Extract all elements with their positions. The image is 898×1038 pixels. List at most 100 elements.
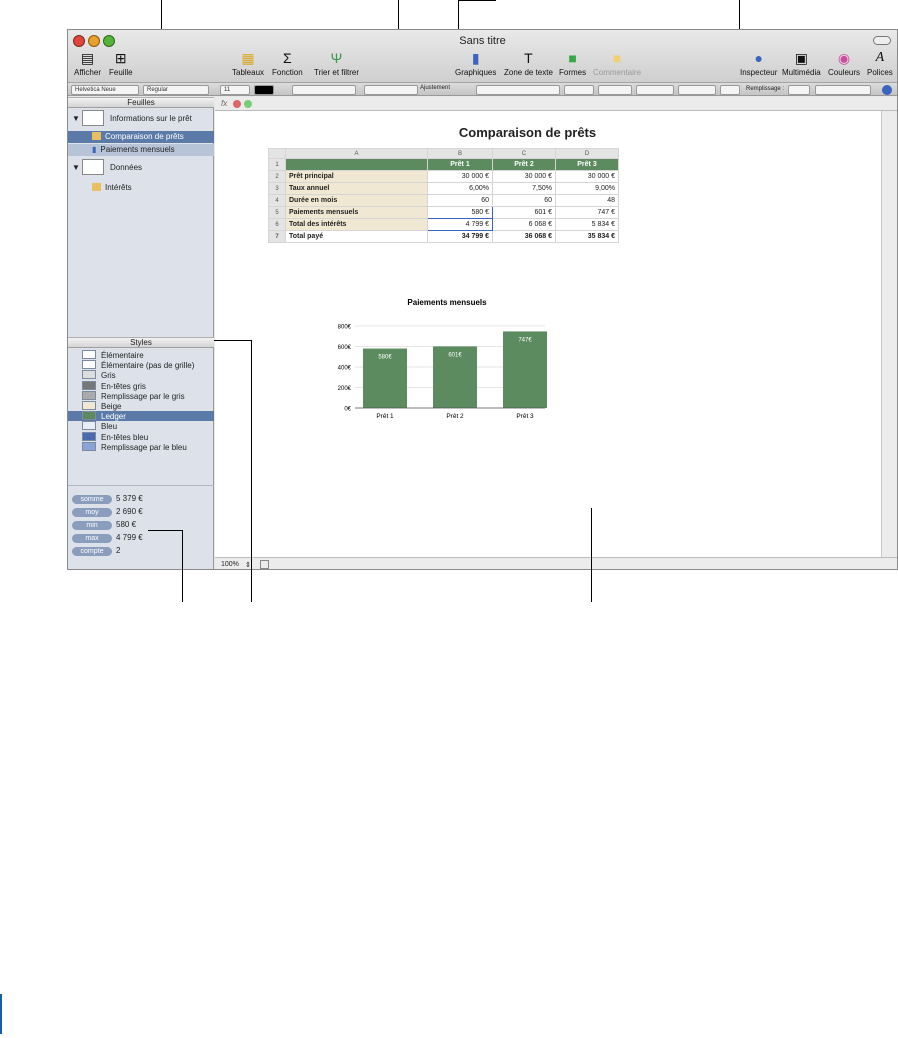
afficher-button[interactable]: ▤ Afficher bbox=[74, 50, 101, 77]
table-cell[interactable]: Total des intérêts bbox=[285, 218, 428, 231]
cancel-formula-icon[interactable] bbox=[233, 100, 241, 108]
loan-table[interactable]: A B C D 1 Prêt 1 Prêt 2 Prêt 3 2 Prêt principal 30… bbox=[268, 148, 619, 243]
row-header[interactable]: 7 bbox=[268, 230, 286, 243]
commentaire-button[interactable]: ■ Commentaire bbox=[593, 50, 641, 77]
tableaux-button[interactable]: ▦ Tableaux bbox=[232, 50, 264, 77]
header-cell[interactable]: Prêt 1 bbox=[427, 158, 493, 171]
sheet-item-comparaison[interactable]: Comparaison de prêts bbox=[68, 131, 214, 143]
table-cell[interactable]: Taux annuel bbox=[285, 182, 428, 195]
style-item[interactable]: Bleu bbox=[68, 421, 214, 431]
table-cell[interactable]: Prêt principal bbox=[285, 170, 428, 183]
style-item[interactable]: Beige bbox=[68, 401, 214, 411]
table-cell[interactable]: 60 bbox=[427, 194, 493, 207]
table-cell[interactable]: 30 000 € bbox=[492, 170, 556, 183]
inspecteur-button[interactable]: ● Inspecteur bbox=[740, 50, 777, 77]
border-color-well[interactable] bbox=[720, 85, 740, 95]
feuille-button[interactable]: ⊞ Feuille bbox=[109, 50, 133, 77]
zoom-stepper-icon[interactable]: ⇕ bbox=[245, 561, 251, 569]
table-cell[interactable]: 9,00% bbox=[555, 182, 619, 195]
style-item[interactable]: Élémentaire (pas de grille) bbox=[68, 360, 214, 370]
row-header[interactable]: 5 bbox=[268, 206, 286, 219]
style-item[interactable]: Ledger bbox=[68, 411, 214, 422]
header-cell[interactable]: Prêt 2 bbox=[492, 158, 556, 171]
stat-key-badge[interactable]: min bbox=[72, 521, 112, 530]
table-cell[interactable]: 747 € bbox=[555, 206, 619, 219]
format-info-icon[interactable] bbox=[882, 85, 892, 95]
header-cell[interactable] bbox=[285, 158, 428, 171]
text-color-well[interactable] bbox=[254, 85, 274, 95]
style-item[interactable]: En-têtes bleu bbox=[68, 431, 214, 442]
polices-button[interactable]: A Polices bbox=[867, 50, 893, 77]
zoom-level[interactable]: 100% bbox=[221, 561, 239, 568]
table-cell[interactable]: Durée en mois bbox=[285, 194, 428, 207]
ajustement-checkbox[interactable]: Ajustement bbox=[420, 85, 450, 91]
style-item[interactable]: Remplissage par le gris bbox=[68, 390, 214, 401]
header-cell[interactable]: Prêt 3 bbox=[555, 158, 619, 171]
number-format-buttons[interactable] bbox=[476, 85, 560, 95]
couleurs-button[interactable]: ◉ Couleurs bbox=[828, 50, 860, 77]
sheet-donnees[interactable]: Données bbox=[110, 162, 142, 174]
toolbar-toggle-button[interactable] bbox=[873, 36, 891, 45]
fx-icon[interactable]: fx bbox=[221, 99, 227, 108]
table-cell[interactable]: 30 000 € bbox=[555, 170, 619, 183]
fill-color-well[interactable] bbox=[788, 85, 810, 95]
stat-key-badge[interactable]: somme bbox=[72, 495, 112, 504]
table-cell[interactable]: 6 068 € bbox=[492, 218, 556, 231]
column-header[interactable]: A bbox=[285, 148, 428, 159]
table-cell[interactable]: 601 € bbox=[492, 206, 556, 219]
table-cell[interactable]: 35 834 € bbox=[555, 230, 619, 243]
sheet-canvas[interactable]: Comparaison de prêts A B C D 1 Prêt 1 Prêt 2 Pr… bbox=[215, 111, 883, 557]
disclosure-triangle-icon[interactable]: ▼ bbox=[72, 113, 80, 125]
zone-texte-button[interactable]: T Zone de texte bbox=[504, 50, 553, 77]
style-item[interactable]: Gris bbox=[68, 370, 214, 380]
table-cell[interactable]: 5 834 € bbox=[555, 218, 619, 231]
formes-button[interactable]: ■ Formes bbox=[559, 50, 586, 77]
fonction-button[interactable]: Σ Fonction bbox=[272, 50, 303, 77]
table-cell[interactable]: 36 068 € bbox=[492, 230, 556, 243]
stat-key-badge[interactable]: compte bbox=[72, 547, 112, 556]
sheet-item-paiements[interactable]: ▮ Paiements mensuels bbox=[68, 144, 214, 156]
vertical-scrollbar[interactable] bbox=[881, 111, 897, 557]
disclosure-triangle-icon[interactable]: ▼ bbox=[72, 162, 80, 174]
accept-formula-icon[interactable] bbox=[244, 100, 252, 108]
bar-chart[interactable]: Paiements mensuels 0€ 200€ 400€ 600€ 800€ 580€… bbox=[315, 295, 615, 455]
corner-cell[interactable] bbox=[268, 148, 286, 159]
border-style-select[interactable] bbox=[678, 85, 716, 95]
decimal-buttons[interactable] bbox=[564, 85, 594, 95]
stat-key-badge[interactable]: moy bbox=[72, 508, 112, 517]
row-header[interactable]: 2 bbox=[268, 170, 286, 183]
table-layout-buttons[interactable] bbox=[815, 85, 871, 95]
row-header[interactable]: 6 bbox=[268, 218, 286, 231]
font-style-select[interactable]: Regular bbox=[143, 85, 209, 95]
stat-key-badge[interactable]: max bbox=[72, 534, 112, 543]
table-cell[interactable]: Total payé bbox=[285, 230, 428, 243]
style-item[interactable]: Remplissage par le bleu bbox=[68, 441, 214, 452]
table-cell[interactable]: 580 € bbox=[427, 206, 493, 219]
border-select[interactable] bbox=[598, 85, 632, 95]
row-header[interactable]: 1 bbox=[268, 158, 286, 171]
font-size-select[interactable]: 11 bbox=[220, 85, 250, 95]
trier-filtrer-button[interactable]: Ψ Trier et filtrer bbox=[314, 50, 359, 77]
column-header[interactable]: D bbox=[555, 148, 619, 159]
table-cell[interactable]: 34 799 € bbox=[427, 230, 493, 243]
page-view-icon[interactable] bbox=[260, 560, 269, 569]
table-cell[interactable]: 7,50% bbox=[492, 182, 556, 195]
table-cell[interactable]: 30 000 € bbox=[427, 170, 493, 183]
sheet-informations-pret[interactable]: Informations sur le prêt bbox=[110, 113, 192, 125]
table-cell[interactable]: 48 bbox=[555, 194, 619, 207]
alignment-buttons[interactable] bbox=[292, 85, 356, 95]
row-header[interactable]: 3 bbox=[268, 182, 286, 195]
table-cell[interactable]: 6,00% bbox=[427, 182, 493, 195]
vertical-align-buttons[interactable] bbox=[364, 85, 418, 95]
row-header[interactable]: 4 bbox=[268, 194, 286, 207]
style-item[interactable]: En-têtes gris bbox=[68, 380, 214, 391]
sheet-item-interets[interactable]: Intérêts bbox=[92, 182, 132, 194]
graphiques-button[interactable]: ▮ Graphiques bbox=[455, 50, 496, 77]
font-family-select[interactable]: Helvetica Neue bbox=[71, 85, 139, 95]
border-width-select[interactable] bbox=[636, 85, 674, 95]
column-header[interactable]: B bbox=[427, 148, 493, 159]
style-item[interactable]: Élémentaire bbox=[68, 350, 214, 360]
column-header[interactable]: C bbox=[492, 148, 556, 159]
multimedia-button[interactable]: ▣ Multimédia bbox=[782, 50, 821, 77]
table-cell[interactable]: 60 bbox=[492, 194, 556, 207]
